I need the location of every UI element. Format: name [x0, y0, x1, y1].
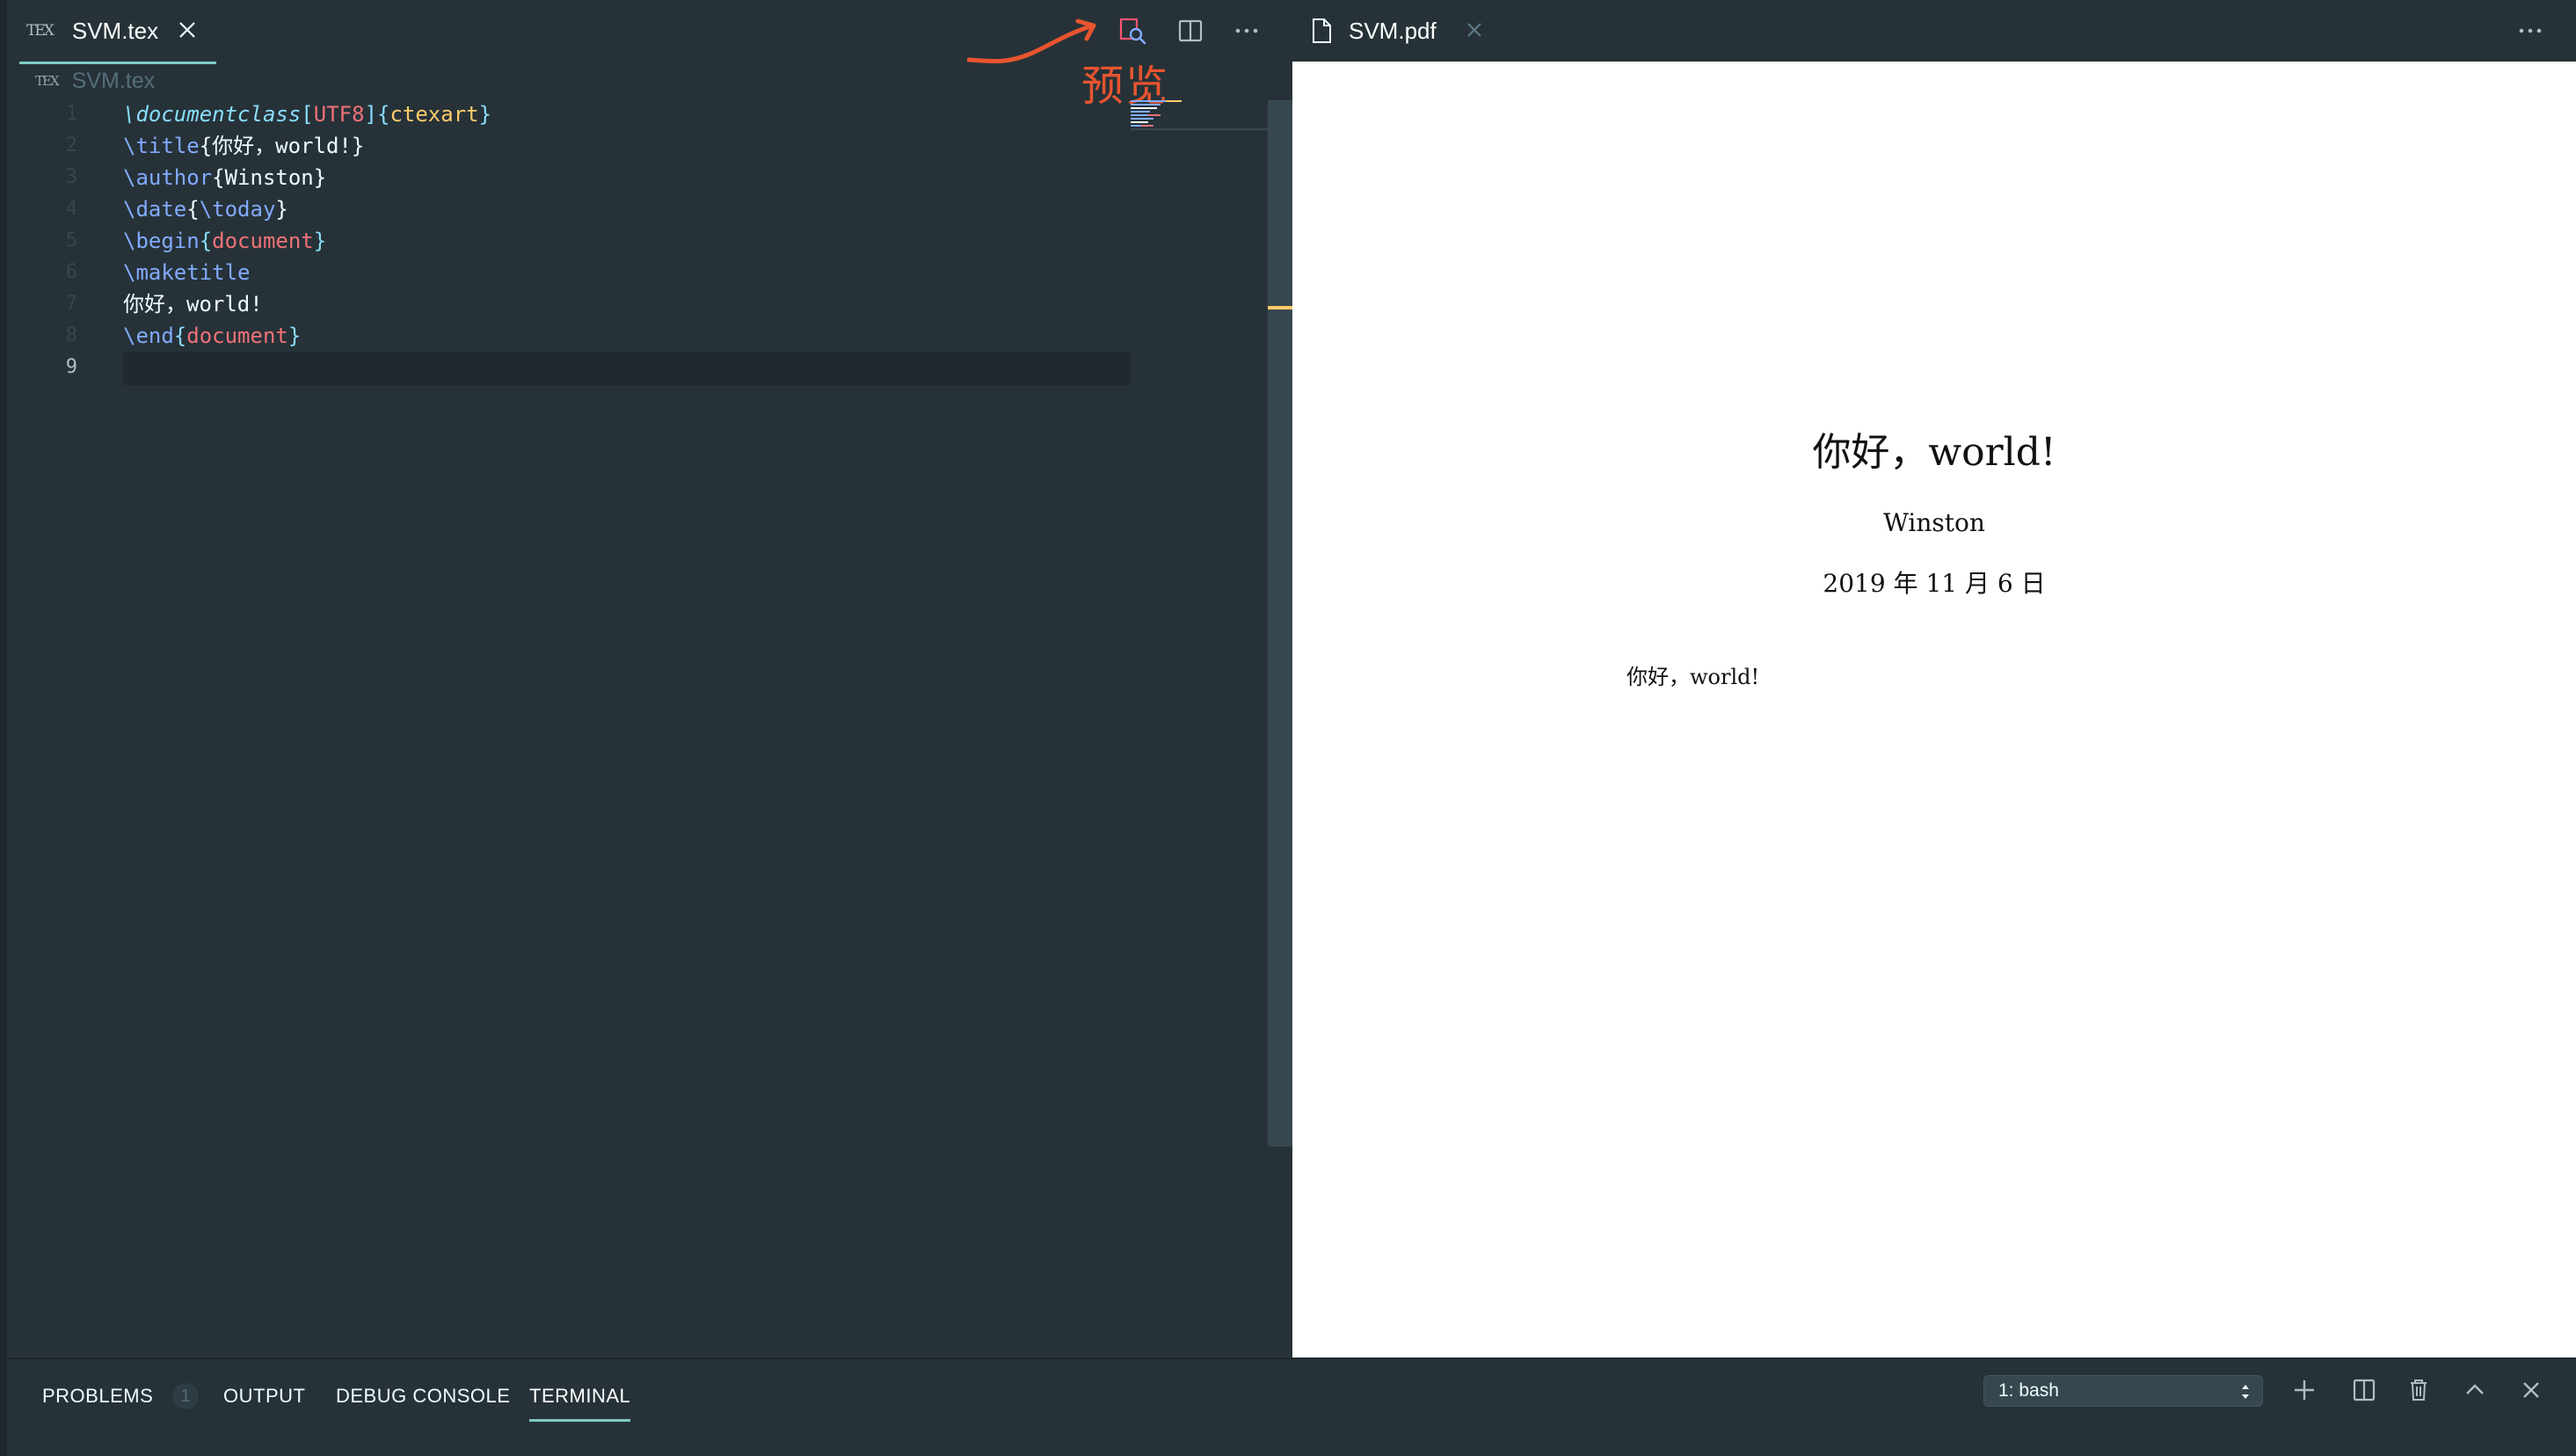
tab-label: OUTPUT: [223, 1385, 306, 1407]
code-token: UTF8: [313, 102, 365, 127]
code-token: {你好，world!}: [199, 134, 365, 158]
terminal-select[interactable]: 1: bash: [1983, 1375, 2263, 1407]
line-number: 2: [65, 135, 77, 157]
code-token: }: [478, 102, 492, 127]
code-token: ctexart: [389, 102, 479, 127]
code-token: }: [313, 229, 327, 253]
more-actions-icon[interactable]: [2514, 15, 2546, 47]
code-token: \documentclass: [123, 102, 302, 127]
close-panel-icon[interactable]: [2516, 1375, 2546, 1405]
tab-label: DEBUG CONSOLE: [336, 1385, 511, 1407]
annotation-arrow-icon: [967, 18, 1096, 64]
tex-file-icon: TEX: [26, 22, 55, 40]
code-token: 你好，world!: [123, 292, 263, 317]
code-line[interactable]: 2 \title{你好，world!}: [7, 130, 1132, 162]
tab-label: SVM.pdf: [1349, 17, 1437, 44]
code-token: \title: [123, 134, 200, 158]
code-line[interactable]: 1 \documentclass[UTF8]{ctexart}: [7, 98, 1132, 130]
line-content: \date{\today}: [123, 193, 288, 225]
code-line[interactable]: 8 \end{document}: [7, 320, 1132, 352]
code-token: \author: [123, 165, 213, 190]
code-editor[interactable]: 1 \documentclass[UTF8]{ctexart} 2 \title{你好…: [7, 98, 1132, 383]
tab-terminal[interactable]: TERMINAL: [529, 1373, 631, 1422]
tab-svm-tex[interactable]: TEX SVM.tex: [19, 0, 216, 64]
code-token: \date: [123, 197, 187, 222]
close-icon[interactable]: [1463, 18, 1486, 41]
code-token: \begin: [123, 229, 200, 253]
tab-svm-pdf[interactable]: SVM.pdf: [1310, 0, 1498, 64]
tex-file-icon: TEX: [35, 73, 60, 89]
pdf-date: 2019 年 11 月 6 日: [1823, 569, 2046, 598]
close-icon[interactable]: [176, 18, 199, 41]
line-number: 4: [65, 198, 77, 220]
pdf-title: 你好，world!: [1812, 430, 2056, 475]
code-token: }: [287, 324, 302, 348]
code-token: ]{: [364, 102, 390, 127]
line-content: \author{Winston}: [123, 162, 326, 193]
breadcrumb[interactable]: TEX SVM.tex: [35, 63, 155, 98]
code-token: \today: [199, 197, 276, 222]
line-content: \title{你好，world!}: [123, 130, 364, 162]
editor-scrollbar[interactable]: [1268, 100, 1292, 1147]
pdf-preview[interactable]: 你好，world! Winston 2019 年 11 月 6 日 你好，wor…: [1292, 62, 2576, 1358]
tab-debug-console[interactable]: DEBUG CONSOLE: [336, 1373, 510, 1419]
tab-label: TERMINAL: [529, 1385, 631, 1407]
line-number: 3: [65, 166, 77, 188]
scrollbar-marker: [1268, 306, 1292, 309]
tab-output[interactable]: OUTPUT: [223, 1373, 305, 1419]
code-token: \maketitle: [123, 260, 251, 285]
line-content: \begin{document}: [123, 225, 326, 257]
code-line[interactable]: 6 \maketitle: [7, 257, 1132, 288]
line-number: 5: [65, 229, 77, 251]
chevron-up-icon[interactable]: [2460, 1375, 2490, 1405]
code-line[interactable]: 3 \author{Winston}: [7, 162, 1132, 193]
new-terminal-icon[interactable]: [2289, 1375, 2319, 1405]
line-number: 7: [65, 293, 77, 315]
code-token: document: [186, 324, 288, 348]
code-token: [: [301, 102, 314, 127]
activity-edge: [0, 0, 7, 1456]
breadcrumb-file[interactable]: SVM.tex: [72, 69, 155, 94]
pdf-body-text: 你好，world!: [1626, 665, 1760, 689]
split-terminal-icon[interactable]: [2349, 1375, 2379, 1405]
code-token: }: [275, 197, 288, 222]
more-actions-icon[interactable]: [1231, 15, 1263, 47]
minimap-slider[interactable]: [1131, 128, 1268, 130]
code-token: {: [186, 197, 200, 222]
problems-count-badge: 1: [172, 1383, 200, 1409]
code-token: {: [173, 324, 187, 348]
code-token: {Winston}: [212, 165, 327, 190]
tab-problems[interactable]: PROBLEMS 1: [42, 1373, 200, 1419]
terminal-select-value: 1: bash: [1998, 1380, 2059, 1401]
file-icon: [1313, 18, 1331, 43]
line-content: \end{document}: [123, 320, 301, 352]
line-content: 你好，world!: [123, 288, 263, 320]
line-number: 6: [65, 261, 77, 283]
code-line[interactable]: 9: [7, 352, 1132, 383]
split-editor-icon[interactable]: [1175, 15, 1206, 47]
code-token: document: [212, 229, 314, 253]
line-number: 9: [65, 356, 77, 378]
line-content: \maketitle: [123, 257, 251, 288]
pdf-author: Winston: [1883, 508, 1985, 537]
tab-label: PROBLEMS: [42, 1385, 154, 1407]
preview-search-icon[interactable]: [1117, 15, 1148, 47]
code-token: \end: [123, 324, 174, 348]
code-line[interactable]: 4 \date{\today}: [7, 193, 1132, 225]
trash-icon[interactable]: [2404, 1375, 2434, 1405]
line-number: 1: [65, 103, 77, 125]
line-content: \documentclass[UTF8]{ctexart}: [123, 98, 491, 130]
code-token: {: [199, 229, 213, 253]
line-number: 8: [65, 324, 77, 346]
code-line[interactable]: 5 \begin{document}: [7, 225, 1132, 257]
tab-label: SVM.tex: [71, 17, 159, 44]
select-arrows-icon: [2242, 1385, 2249, 1399]
code-line[interactable]: 7 你好，world!: [7, 288, 1132, 320]
